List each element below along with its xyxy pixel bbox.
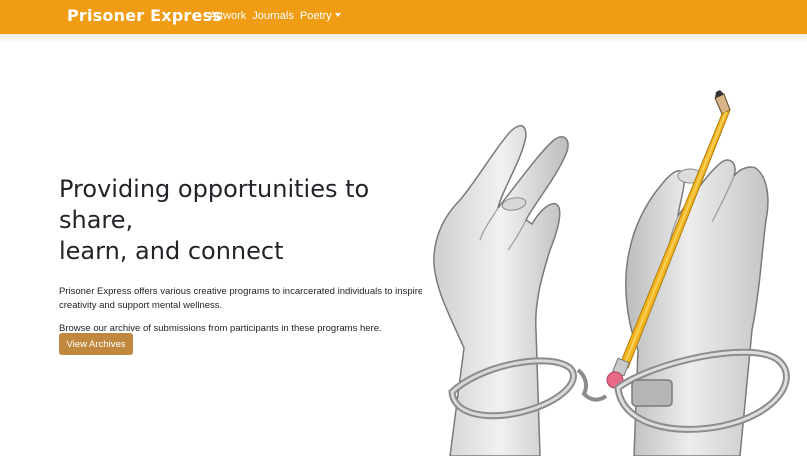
hands-pencil-handcuffs-illustration xyxy=(433,90,790,456)
hero-description-line-2: creativity and support mental wellness. xyxy=(59,300,223,311)
view-archives-button[interactable]: View Archives xyxy=(59,333,133,355)
nav-link-journals[interactable]: Journals xyxy=(252,10,294,22)
nav-link-poetry[interactable]: Poetry xyxy=(300,10,341,22)
hero-text: Providing opportunities to share, learn,… xyxy=(59,174,422,336)
nav-links: Artwork Journals Poetry xyxy=(209,10,341,22)
dropdown-caret-icon xyxy=(334,13,341,17)
nav-link-poetry-label: Poetry xyxy=(299,10,332,22)
brand-logo[interactable]: Prisoner Express xyxy=(67,6,222,25)
top-navbar: Prisoner Express Artwork Journals Poetry xyxy=(0,0,807,34)
navbar-shadow xyxy=(0,34,807,44)
hero-description-line-1: Prisoner Express offers various creative… xyxy=(59,286,422,297)
nav-link-artwork[interactable]: Artwork xyxy=(209,10,246,22)
hero-title: Providing opportunities to share, learn,… xyxy=(59,175,370,265)
